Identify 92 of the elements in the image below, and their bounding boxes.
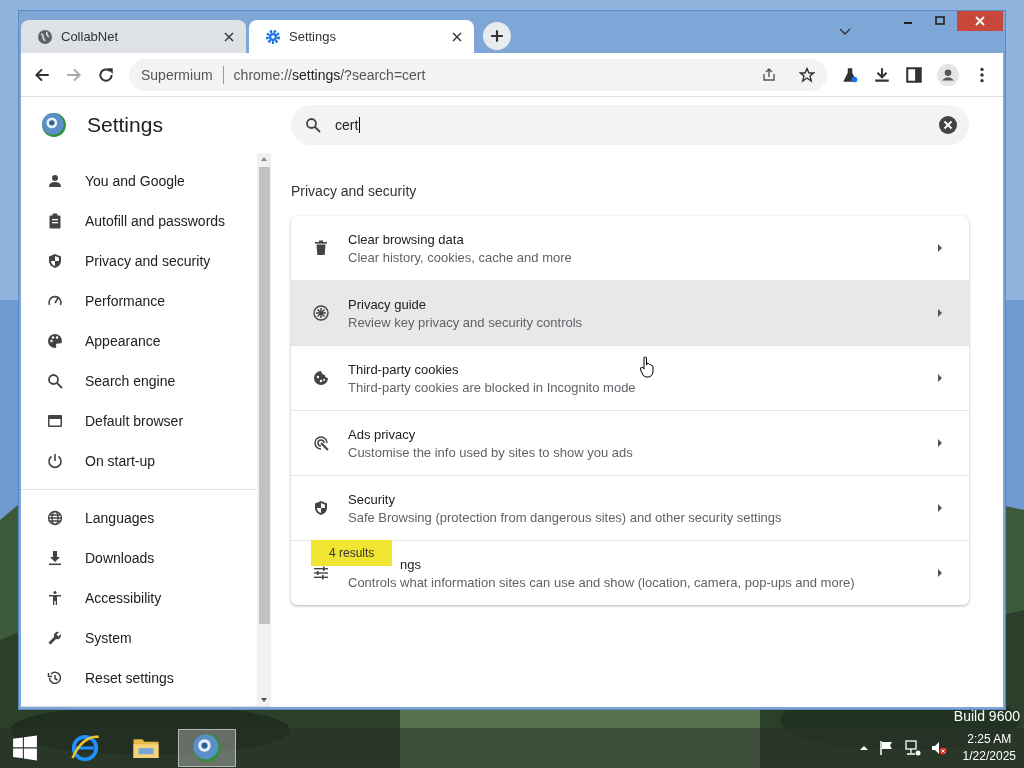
sidebar-item[interactable]: System [21,618,257,658]
section-heading: Privacy and security [291,183,418,199]
globe-icon [47,510,63,526]
row-description: Controls what information sites can use and show (location, camera, pop-ups and more) [348,574,855,590]
start-icon[interactable] [12,735,38,761]
sidebar-item[interactable]: You and Google [21,161,257,201]
results-badge: 4 results [311,540,393,566]
sidebar-item[interactable]: Autofill and passwords [21,201,257,241]
chevron-icon [937,373,943,383]
sidebar-item[interactable]: Performance [21,281,257,321]
search-field[interactable]: cert [291,105,969,145]
row-description: Customise the info used by sites to show you ads [348,444,633,460]
sidebar-item[interactable]: Default browser [21,401,257,441]
clear-icon[interactable] [939,116,957,134]
scroll-up-icon[interactable] [260,156,268,162]
cookie-icon [313,370,329,386]
flask-icon[interactable] [841,65,859,84]
accessibility-icon [47,590,63,606]
flag-icon[interactable] [878,740,895,756]
reload-icon[interactable] [97,65,115,84]
browser-icon [47,413,63,429]
browser-tab[interactable]: Settings [249,20,474,53]
sidebar-item[interactable]: Accessibility [21,578,257,618]
sidebar-item[interactable]: Reset settings [21,658,257,698]
globe-icon [37,28,53,45]
row-description: Clear history, cookies, cache and more [348,249,572,265]
history-icon [47,670,63,686]
shield-icon [47,253,63,269]
row-title: Ads privacy [348,426,416,442]
search-icon [47,373,63,389]
wrench-icon [47,630,63,646]
sidebar-item[interactable]: Appearance [21,321,257,361]
scroll-down-icon[interactable] [260,697,268,703]
network-icon[interactable] [904,740,921,756]
palette-icon [47,333,63,349]
chevron-icon [937,308,943,318]
gear-icon [265,28,281,45]
clock[interactable]: 2:25 AM 1/22/2025 [962,731,1016,765]
settings-row[interactable]: Ads privacy Customise the info used by sites to show you ads [291,410,969,475]
settings-row[interactable]: Security Safe Browsing (protection from dangerous sites) and other security settings [291,475,969,540]
tab-search-icon[interactable] [839,28,851,36]
ads-icon [313,435,329,451]
close-button[interactable] [957,11,1003,31]
settings-row[interactable]: Privacy guide Review key privacy and security controls [291,280,969,345]
row-title: Clear browsing data [348,231,464,247]
row-description: Third-party cookies are blocked in Incognito mode [348,379,636,395]
sidebar-item[interactable]: Languages [21,498,257,538]
close-icon [975,16,985,26]
sidebar-item[interactable]: Privacy and security [21,241,257,281]
supermium-taskbar-icon[interactable] [178,729,236,767]
share-icon[interactable] [761,66,777,83]
sliders-icon [313,565,329,581]
browser-tab[interactable]: CollabNet [21,20,246,53]
settings-title: Settings [87,113,163,137]
settings-row[interactable]: Clear browsing data Clear history, cookies, cache and more [291,216,969,280]
power-icon [47,453,63,469]
row-title: ngs [400,556,421,572]
row-title: Security [348,491,395,507]
sidebar-item[interactable]: Search engine [21,361,257,401]
build-label: Build 9600 [953,708,1020,724]
hand-cursor-icon [640,356,654,378]
row-title: Privacy guide [348,296,427,312]
chevron-icon [937,503,943,513]
up-arrow-icon[interactable] [858,745,869,751]
scrollbar[interactable] [257,153,271,706]
row-title: Third-party cookies [348,361,459,377]
shield-icon [313,500,329,516]
close-icon[interactable] [452,31,462,42]
new-tab-button[interactable] [483,22,511,50]
address-bar[interactable]: Supermium chrome://settings/?search=cert [129,58,827,91]
clipboard-icon [47,213,63,229]
plus-icon [490,29,504,43]
search-icon [305,117,321,133]
row-description: Safe Browsing (protection from dangerous sites) and other security settings [348,509,782,525]
chevron-icon [937,438,943,448]
compass-icon [313,305,329,321]
close-icon[interactable] [224,31,234,42]
profile-icon[interactable] [937,63,959,86]
star-icon[interactable] [799,66,815,83]
sidebar-item[interactable]: Downloads [21,538,257,578]
logo-icon [41,112,67,138]
side-panel-icon[interactable] [905,65,923,84]
download-icon [47,550,63,566]
chevron-icon [937,568,943,578]
download-icon[interactable] [873,65,891,84]
muted-speaker-icon[interactable] [930,740,947,756]
person-icon [47,173,63,189]
trash-icon [313,240,329,256]
chevron-icon [937,243,943,253]
row-description: Review key privacy and security controls [348,314,583,330]
maximize-icon [935,16,945,26]
sidebar-item[interactable]: On start-up [21,441,257,481]
